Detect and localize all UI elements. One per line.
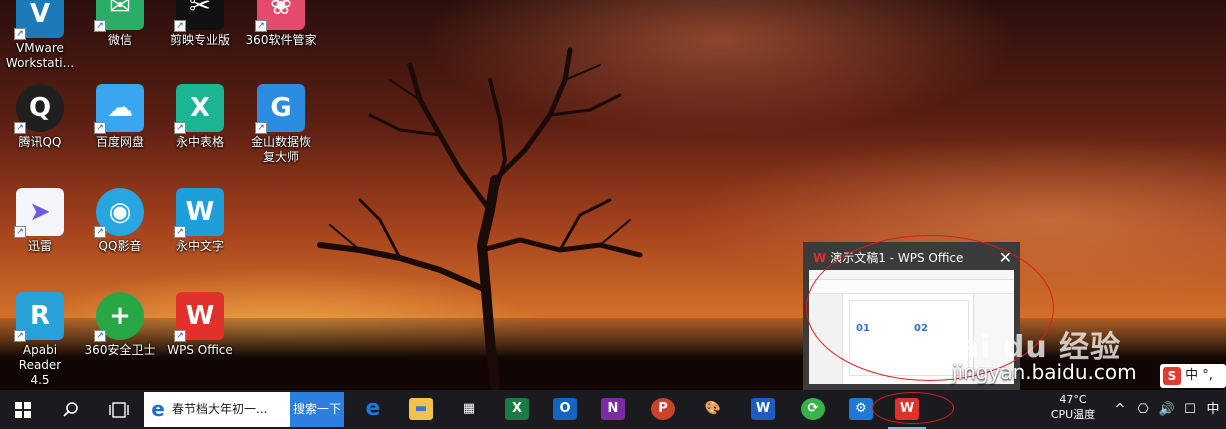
360-security-icon: + ↗ <box>94 292 144 342</box>
volume-icon[interactable]: 🔊 <box>1156 390 1178 429</box>
desktop-icon-label: Apabi Reader 4.5 <box>18 343 62 387</box>
taskbar-app-store[interactable]: ▦ <box>446 390 492 429</box>
desktop-icon-yozo-sheet[interactable]: X ↗ 永中表格 <box>160 84 240 150</box>
outlook-icon: O <box>553 398 577 420</box>
taskbar-app-outlook[interactable]: O <box>542 390 588 429</box>
baidu-netdisk-icon: ☁ ↗ <box>94 84 144 134</box>
data-recovery-icon: G ↗ <box>255 84 305 134</box>
360-browser-icon: ⟳ <box>801 398 825 420</box>
desktop-icon-label: 剪映专业版 <box>169 33 230 47</box>
search-button[interactable] <box>48 390 94 429</box>
desktop-icon-label: WPS Office <box>167 343 233 357</box>
paint-palette-icon: 🎨 <box>704 401 722 416</box>
onenote-icon: N <box>601 398 625 420</box>
settings-gear-icon: ⚙ <box>849 398 873 420</box>
desktop-icon-baidu-netdisk[interactable]: ☁ ↗ 百度网盘 <box>80 84 160 150</box>
wallpaper-tree <box>317 47 643 390</box>
search-icon <box>63 402 78 417</box>
excel-icon: X <box>505 398 529 420</box>
desktop-icon-apabi-reader[interactable]: R ↗ Apabi Reader 4.5 <box>0 292 80 388</box>
cpu-temperature-label: CPU温度 <box>1050 408 1096 421</box>
ime-mode-label: 中 °, <box>1185 368 1213 383</box>
desktop-icon-label: 迅雷 <box>27 239 52 253</box>
desktop-icon-jianying[interactable]: ✂ ↗ 剪映专业版 <box>160 0 240 48</box>
360-software-icon: ❀ ↗ <box>255 0 305 32</box>
taskbar-app-edge[interactable]: e <box>350 390 396 429</box>
yozo-writer-icon: W ↗ <box>174 188 224 238</box>
desktop-icon-label: 百度网盘 <box>95 135 144 149</box>
folder-icon: ▬ <box>409 398 433 420</box>
wps-office-icon: W ↗ <box>174 292 224 342</box>
apabi-reader-icon: R ↗ <box>14 292 64 342</box>
desktop-icon-wps-office[interactable]: W ↗ WPS Office <box>160 292 240 358</box>
desktop-icon-label: VMware Workstati... <box>5 41 75 70</box>
annotation-ellipse-wps-taskbar <box>872 392 954 424</box>
search-query[interactable]: 春节档大年初一... <box>172 392 290 427</box>
word-icon: W <box>751 398 775 420</box>
wechat-icon: ✉ ↗ <box>94 0 144 32</box>
task-view-icon <box>109 402 129 418</box>
desktop-icon-label: 永中文字 <box>175 239 224 253</box>
powerpoint-icon: P <box>651 398 675 420</box>
store-icon: ▦ <box>462 401 476 416</box>
desktop-icon-wechat[interactable]: ✉ ↗ 微信 <box>80 0 160 48</box>
search-submit-button[interactable]: 搜索一下 <box>290 392 344 427</box>
notes-icon[interactable]: ☐ <box>1180 390 1200 429</box>
cpu-temperature-widget[interactable]: 47°C CPU温度 <box>1042 392 1104 422</box>
desktop-icon-label: 360安全卫士 <box>84 343 156 357</box>
jianying-icon: ✂ ↗ <box>174 0 224 32</box>
desktop-icon-vmware[interactable]: V ↗ VMware Workstati... <box>0 0 80 71</box>
edge-icon: e <box>365 396 381 421</box>
tray-overflow-chevron-icon[interactable]: ^ <box>1110 390 1130 429</box>
taskbar-app-excel[interactable]: X <box>494 390 540 429</box>
sogou-icon: S <box>1163 366 1181 385</box>
ime-toolbar[interactable]: S 中 °, <box>1160 364 1226 388</box>
task-view-button[interactable] <box>96 390 142 429</box>
yozo-sheet-icon: X ↗ <box>174 84 224 134</box>
desktop-icon-qq-player[interactable]: ◉ ↗ QQ影音 <box>80 188 160 254</box>
desktop-icon-label: 腾讯QQ <box>18 135 62 149</box>
desktop-icon-qq[interactable]: Q ↗ 腾讯QQ <box>0 84 80 150</box>
desktop-icon-label: 微信 <box>107 33 132 47</box>
desktop-icon-label: 360软件管家 <box>245 33 317 47</box>
desktop-icon-label: 金山数据恢复大师 <box>250 135 311 164</box>
input-language-indicator[interactable]: 中 <box>1202 390 1224 429</box>
windows-icon <box>15 402 31 418</box>
xunlei-icon: ➤ ↗ <box>14 188 64 238</box>
desktop-icon-label: 永中表格 <box>175 135 224 149</box>
desktop-icon-xunlei[interactable]: ➤ ↗ 迅雷 <box>0 188 80 254</box>
taskbar-app-word[interactable]: W <box>740 390 786 429</box>
desktop-icon-360-security[interactable]: + ↗ 360安全卫士 <box>80 292 160 358</box>
baidu-watermark-url: jingyan.baidu.com <box>952 360 1137 384</box>
desktop-icon-label: QQ影音 <box>98 239 142 253</box>
network-icon[interactable]: ⎔ <box>1132 390 1154 429</box>
taskbar-search-box[interactable]: e 春节档大年初一... 搜索一下 <box>144 392 344 427</box>
ie-icon: e <box>151 397 165 421</box>
taskbar-app-powerpoint[interactable]: P <box>640 390 686 429</box>
taskbar-app-file-explorer[interactable]: ▬ <box>398 390 444 429</box>
wps-logo-icon: W <box>813 251 827 265</box>
qq-icon: Q ↗ <box>14 84 64 134</box>
qq-player-icon: ◉ ↗ <box>94 188 144 238</box>
vmware-icon: V ↗ <box>14 0 64 40</box>
desktop-icon-yozo-writer[interactable]: W ↗ 永中文字 <box>160 188 240 254</box>
cpu-temperature-value: 47°C <box>1059 393 1087 406</box>
desktop-icon-data-recovery[interactable]: G ↗ 金山数据恢复大师 <box>241 84 321 165</box>
start-button[interactable] <box>0 390 46 429</box>
taskbar-app-paint[interactable]: 🎨 <box>690 390 736 429</box>
desktop-icon-360-software[interactable]: ❀ ↗ 360软件管家 <box>241 0 321 48</box>
taskbar-app-360-browser[interactable]: ⟳ <box>790 390 836 429</box>
taskbar-app-onenote[interactable]: N <box>590 390 636 429</box>
